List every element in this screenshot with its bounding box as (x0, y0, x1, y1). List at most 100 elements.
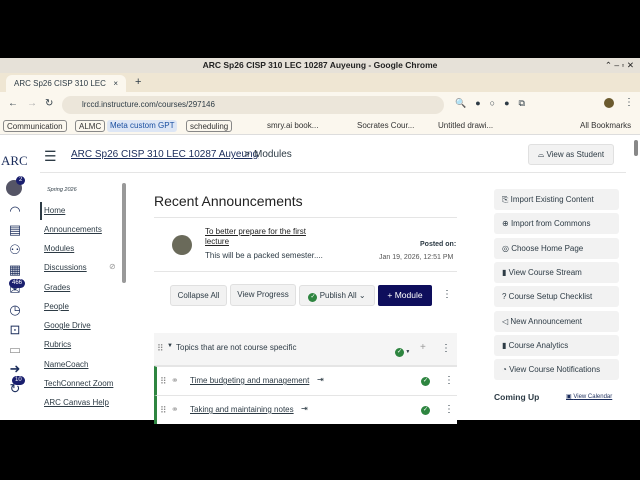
bookmark-folder[interactable]: scheduling (186, 120, 233, 132)
announcement-title-link[interactable]: To better prepare for the first lecture (205, 227, 325, 247)
nav-techconnect-zoom[interactable]: TechConnect Zoom (44, 379, 113, 388)
nav-discussions[interactable]: Discussions (44, 263, 87, 272)
module-item-link[interactable]: Taking and maintaining notes (190, 405, 294, 414)
add-module-button[interactable]: + Module (378, 285, 432, 306)
all-bookmarks[interactable]: All Bookmarks (580, 120, 631, 132)
nav-announcements[interactable]: Announcements (44, 225, 102, 234)
menu-icon[interactable]: ⋮ (624, 97, 634, 108)
button-label: Course Setup Checklist (508, 292, 593, 301)
bookmark-link[interactable]: Socrates Cour... (357, 120, 414, 132)
button-label: View Course Notifications (509, 365, 601, 374)
more-options-icon[interactable]: ⋮ (442, 289, 452, 300)
button-label: Choose Home Page (511, 244, 584, 253)
forward-icon[interactable]: → (27, 98, 37, 109)
help-badge: 10 (12, 376, 25, 385)
window-title-bar: ARC Sp26 CISP 310 LEC 10287 Auyeung - Go… (0, 58, 640, 73)
back-icon[interactable]: ← (8, 98, 18, 109)
posted-date: Jan 19, 2026, 12:51 PM (379, 254, 454, 261)
reload-icon[interactable]: ↻ (45, 98, 53, 109)
bookmark-link[interactable]: Untitled drawi... (438, 120, 493, 132)
published-check-icon[interactable]: ✓ (421, 377, 430, 386)
external-link-icon: ⇥ (317, 375, 324, 384)
external-link-icon: ⇥ (301, 404, 308, 413)
address-bar[interactable]: lrccd.instructure.com/courses/297146 (62, 96, 444, 114)
view-as-student-label: View as Student (546, 150, 605, 159)
calendar-icon[interactable]: ▦ (6, 262, 24, 278)
view-course-stream-button[interactable]: ▮ View Course Stream (494, 262, 619, 283)
published-check-icon[interactable]: ✓ (421, 406, 430, 415)
add-item-icon[interactable]: + (420, 342, 426, 353)
new-tab-button[interactable]: + (135, 76, 141, 88)
page-scrollbar[interactable] (634, 140, 638, 156)
browser-tab[interactable]: ARC Sp26 CISP 310 LEC × (6, 75, 126, 92)
course-nav-scrollbar[interactable] (122, 183, 126, 283)
profile-avatar[interactable] (604, 98, 614, 108)
course-analytics-button[interactable]: ▮ Course Analytics (494, 335, 619, 356)
account-avatar[interactable]: 2 (6, 176, 26, 196)
module-item-link[interactable]: Time budgeting and management (190, 376, 309, 385)
drag-handle-icon[interactable]: ⠿ (160, 405, 167, 416)
drag-handle-icon[interactable]: ⠿ (160, 376, 167, 387)
module-publish-status[interactable]: ✓ ▼ (395, 345, 410, 357)
divider (154, 271, 457, 272)
collapse-all-button[interactable]: Collapse All (170, 285, 227, 306)
course-setup-checklist-button[interactable]: ? Course Setup Checklist (494, 286, 619, 307)
new-announcement-button[interactable]: ◁ New Announcement (494, 311, 619, 332)
button-label: Import Existing Content (510, 195, 594, 204)
drag-handle-icon[interactable]: ⠿ (157, 343, 164, 354)
nav-rubrics[interactable]: Rubrics (44, 340, 71, 349)
publish-all-button[interactable]: ✓ Publish All ⌄ (299, 285, 375, 306)
logout-icon[interactable]: ➜ (6, 361, 24, 377)
bookmarks-bar: Communication ALMC Meta custom GPT sched… (0, 117, 640, 135)
nav-arc-canvas-help[interactable]: ARC Canvas Help (44, 398, 109, 407)
button-label: View Course Stream (508, 268, 582, 277)
view-progress-button[interactable]: View Progress (230, 284, 296, 306)
tab-close-button[interactable]: × (113, 75, 118, 92)
bookmark-link[interactable]: smry.ai book... (267, 120, 318, 132)
collapse-caret-icon[interactable]: ▼ (167, 343, 173, 349)
view-as-student-button[interactable]: ⌓ View as Student (528, 144, 614, 165)
module-options-icon[interactable]: ⋮ (441, 343, 451, 354)
printer-icon[interactable]: ▭ (6, 342, 24, 358)
link-icon: ⚭ (171, 375, 179, 385)
nav-grades[interactable]: Grades (44, 283, 70, 292)
view-calendar-link[interactable]: ▣ View Calendar (566, 393, 612, 400)
view-course-notifications-button[interactable]: ◔ View Course Notifications (494, 359, 619, 380)
groups-icon[interactable]: ⚇ (6, 242, 24, 258)
term-label: Spring 2026 (47, 187, 77, 193)
bookmark-folder[interactable]: Communication (3, 120, 67, 132)
button-label: Course Analytics (508, 341, 569, 350)
choose-home-page-button[interactable]: ◎ Choose Home Page (494, 238, 619, 259)
inbox-icon[interactable]: ✉ 466 (6, 279, 26, 298)
history-icon[interactable]: ◷ (6, 302, 24, 318)
account-badge: 2 (16, 176, 26, 185)
item-options-icon[interactable]: ⋮ (444, 404, 454, 415)
announcements-heading: Recent Announcements (154, 193, 303, 209)
import-from-commons-button[interactable]: ⊕ Import from Commons (494, 213, 619, 234)
help-icon[interactable]: ↻ 10 (6, 376, 25, 397)
bookmark-folder[interactable]: Meta custom GPT (107, 120, 178, 132)
import-existing-content-button[interactable]: ⎘ Import Existing Content (494, 189, 619, 210)
nav-people[interactable]: People (44, 302, 69, 311)
button-label: Import from Commons (510, 219, 591, 228)
breadcrumb-course[interactable]: ARC Sp26 CISP 310 LEC 10287 Auyeung (71, 149, 258, 160)
nav-google-drive[interactable]: Google Drive (44, 321, 91, 330)
arc-logo[interactable]: ARC (1, 153, 28, 169)
dashboard-icon[interactable]: ◠ (6, 203, 24, 219)
nav-namecoach[interactable]: NameCoach (44, 360, 88, 369)
studio-icon[interactable]: ⊡ (6, 322, 24, 338)
nav-home[interactable]: Home (44, 206, 65, 215)
extension-icons[interactable]: 🔍●○●⧉ (455, 98, 534, 109)
module-title: Topics that are not course specific (176, 343, 297, 352)
link-icon: ⚭ (171, 404, 179, 414)
breadcrumb-separator: > (244, 149, 250, 160)
module-header[interactable]: ⠿ ▼ Topics that are not course specific … (154, 333, 457, 366)
hamburger-menu-icon[interactable]: ☰ (44, 148, 57, 165)
courses-icon[interactable]: ▤ (6, 222, 24, 238)
window-controls[interactable]: ⌃ – ▫ ✕ (605, 58, 634, 73)
nav-modules[interactable]: Modules (44, 244, 74, 253)
item-options-icon[interactable]: ⋮ (444, 375, 454, 386)
bookmark-folder[interactable]: ALMC (75, 120, 106, 132)
tab-strip: ARC Sp26 CISP 310 LEC × + (0, 73, 640, 92)
publish-all-label: Publish All (319, 291, 357, 300)
